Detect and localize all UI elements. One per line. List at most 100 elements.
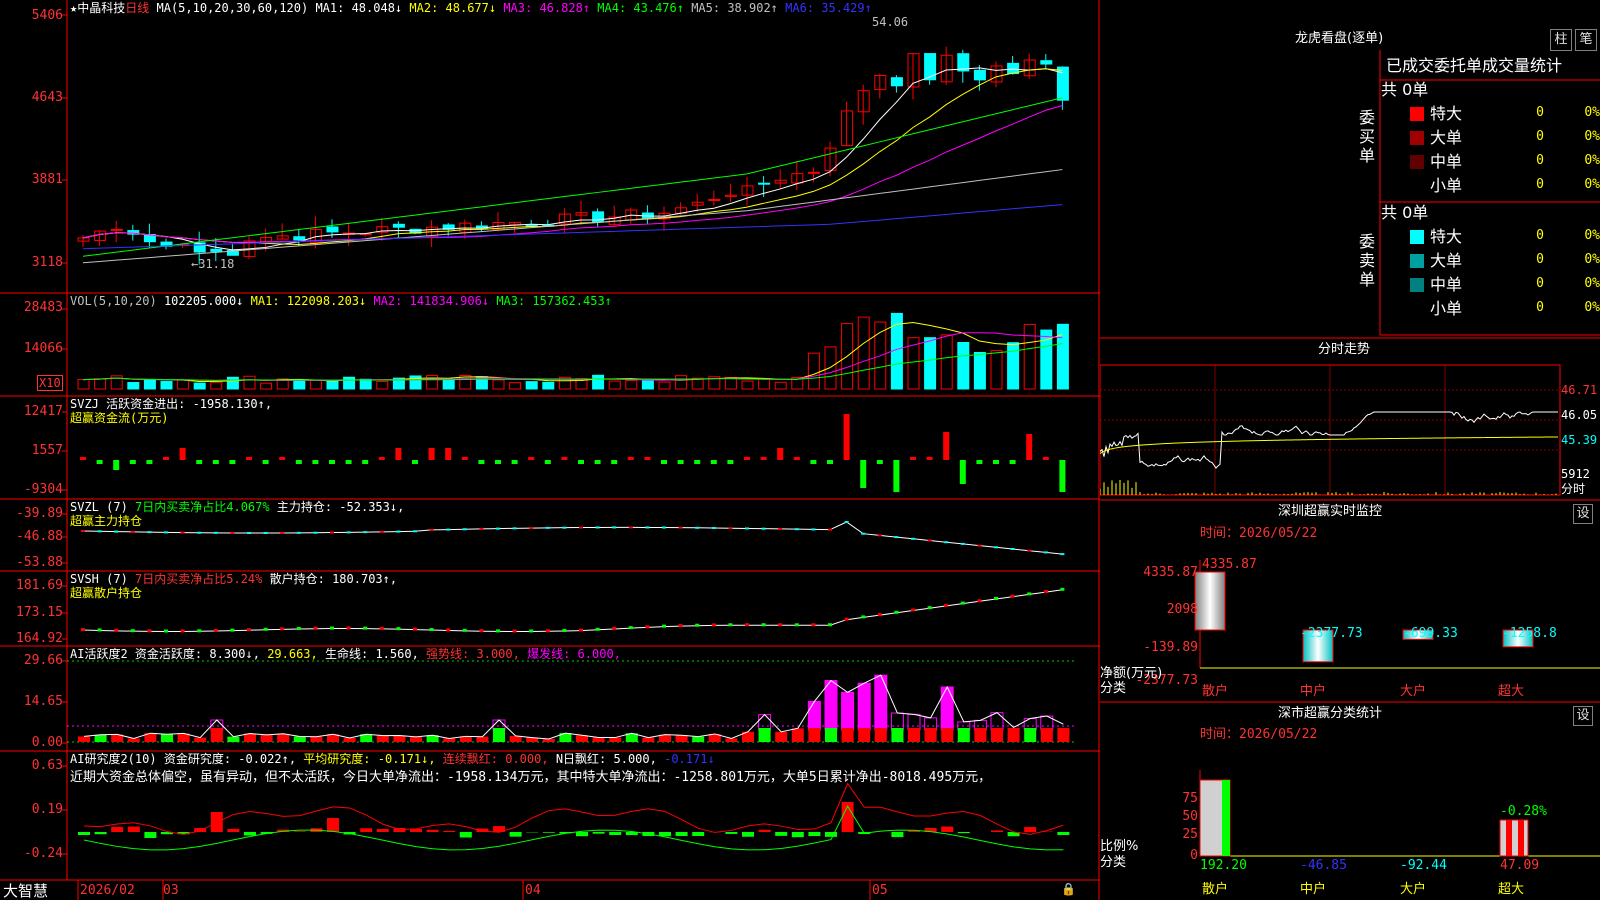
fund-flow-bar [876,460,883,464]
main-force-tick [496,527,500,530]
fund-flow-bar [146,460,153,464]
fund-flow-bar [163,457,169,460]
volume-bar [77,379,90,390]
retail-tick [313,626,318,630]
retail-tick [81,628,85,631]
class-xlabel: 分类 [1100,855,1127,870]
activity-base-bar [974,728,987,742]
y-tick: 173.15 [16,605,63,620]
tab-volume-stats[interactable]: 成交量统计 [1482,56,1562,75]
activity-base-bar [310,736,323,742]
fund-flow-bar [644,457,651,460]
main-force-tick [545,526,550,529]
retail-tick [794,623,799,627]
retail-tick [828,623,832,627]
volume-bar [675,375,688,390]
class-y-tick: 50 [1182,809,1198,824]
indicator-legend-item: 爆发线: 6.000, [527,647,621,661]
activity-base-bar [78,736,90,742]
activity-base-bar [908,728,920,742]
tab-orders[interactable]: 委托单 [1434,56,1482,75]
volume-bar [741,380,754,390]
fund-flow-bar [312,460,319,464]
ma-params: MA(5,10,20,30,60,120) [156,1,309,15]
retail-tick [761,623,766,627]
monitor-settings-button[interactable]: 设 [1573,504,1593,524]
fund-flow-bar [528,457,535,460]
main-force-tick [828,528,832,531]
volume-bar [509,382,522,390]
app-logo[interactable]: 大智慧 [3,882,48,900]
order-color-swatch [1410,155,1424,169]
order-count: 0 [1536,276,1544,291]
monitor-xlabel: 分类 [1100,681,1127,696]
indicator-legend-item: SVZJ 活跃资金进出: -1958.130↑, [70,397,273,411]
retail-tick [861,615,866,619]
period-label[interactable]: 日线 [125,1,149,15]
activity-base-bar [642,737,655,742]
main-force-tick [363,531,368,534]
fund-flow-bar [295,460,302,464]
order-count: 0 [1536,105,1544,120]
retail-tick [97,628,102,632]
main-force-tick [595,526,600,529]
research-bar [426,829,439,832]
class-settings-button[interactable]: 设 [1573,706,1593,726]
volume-bar [592,374,605,390]
activity-bar [990,712,1004,731]
order-pct: 0% [1584,252,1600,267]
tab-executed[interactable]: 已成交 [1386,56,1434,75]
candle-body [973,69,986,81]
research-bar [758,829,771,832]
fund-flow-bar [578,460,584,464]
fund-flow-bar [777,448,784,460]
fund-flow-bar [495,460,501,464]
fund-flow-bar [727,460,734,464]
activity-base-bar [194,737,207,742]
research-line [83,782,1064,835]
indicator-legend-item: 资金活跃度: 8.300↓, [134,647,260,661]
fund-flow-bar [362,460,369,464]
volume-bar [326,380,339,390]
lock-icon[interactable]: 🔒 [1061,882,1076,896]
fund-flow-bar [196,460,203,464]
research-bar [127,826,140,832]
main-force-tick [678,526,683,529]
order-color-swatch [1410,230,1424,244]
intraday-price-line [1100,411,1558,469]
fund-flow-bar [1009,460,1016,464]
fund-flow-bar [428,448,435,460]
class-y-tick: 75 [1182,791,1198,806]
vol-legend: 102205.000↓ MA1: 122098.203↓ MA2: 141834… [164,294,612,308]
main-force-tick [794,528,799,531]
monitor-y-tick: -139.89 [1143,640,1198,655]
retail-tick [263,627,268,631]
tick-mode-button[interactable]: 笔 [1575,29,1597,51]
retail-tick [745,623,749,627]
vol-unit-badge: X10 [37,375,63,391]
y-tick: -9304 [23,482,63,497]
retail-tick [927,606,932,610]
main-force-tick [579,526,583,529]
y-tick: -46.88 [16,529,63,544]
fund-flow-bar [744,457,750,460]
y-tick: -53.88 [16,555,63,570]
y-tick: 4643 [31,90,63,105]
main-force-tick [213,531,218,534]
low-price-mark: ←31.18 [191,257,235,271]
intraday-tick: 5912 [1561,467,1590,481]
research-bar [742,832,754,837]
research-bar [609,832,622,835]
bar-mode-button[interactable]: 柱 [1550,29,1572,51]
main-force-tick [379,530,384,533]
ma-legend-item: MA5: 38.902↑ [691,1,778,15]
research-bar [659,832,671,837]
order-count: 0 [1536,177,1544,192]
volume-bar [426,374,439,390]
order-color-swatch [1410,131,1424,145]
kline-chart-area[interactable]: ★中晶科技日线 MA(5,10,20,30,60,120) MA1: 48.04… [0,0,1100,900]
indicator-legend-item: SVSH (7) [70,572,128,586]
retail-tick [197,629,202,633]
order-pct: 0% [1584,300,1600,315]
retail-tick [562,628,567,632]
